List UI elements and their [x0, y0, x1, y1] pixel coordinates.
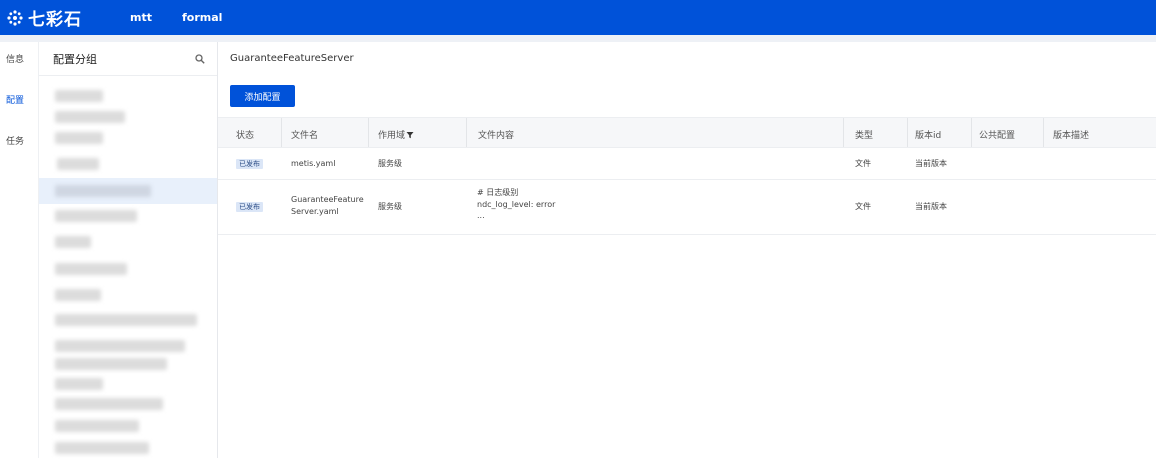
- main-content: GuaranteeFeatureServer 添加配置 状态 文件名 作用域 文…: [218, 42, 1156, 458]
- config-group-item[interactable]: [39, 204, 217, 230]
- config-group-item[interactable]: [39, 436, 217, 462]
- config-group-item[interactable]: [39, 308, 217, 334]
- content-cell-line3: ...: [477, 211, 485, 220]
- config-group-item[interactable]: [39, 230, 217, 256]
- status-badge: 已发布: [236, 202, 263, 212]
- status-badge: 已发布: [236, 159, 263, 169]
- table-header: 状态 文件名 作用域 文件内容 类型 版本id 公共配置 版本描述: [218, 117, 1156, 148]
- filter-icon[interactable]: [406, 131, 414, 139]
- left-nav-item-config[interactable]: 配置: [6, 93, 24, 106]
- filename-cell-line2: Server.yaml: [291, 207, 339, 216]
- type-cell: 文件: [855, 202, 871, 211]
- column-header-scope: 作用域: [368, 118, 414, 147]
- logo[interactable]: 七彩石: [6, 5, 82, 30]
- config-group-panel: 配置分组: [38, 42, 253, 458]
- filename-cell: metis.yaml: [291, 159, 336, 168]
- config-group-item[interactable]: [39, 257, 217, 283]
- column-header-content: 文件内容: [466, 118, 514, 147]
- scope-cell: 服务级: [378, 159, 402, 168]
- config-group-item-selected[interactable]: [39, 178, 217, 204]
- search-icon[interactable]: [195, 53, 205, 64]
- top-nav-item-mtt[interactable]: mtt: [130, 11, 152, 24]
- config-group-item[interactable]: [39, 152, 217, 178]
- scope-cell: 服务级: [378, 202, 402, 211]
- add-config-button[interactable]: 添加配置: [230, 85, 295, 107]
- type-cell: 文件: [855, 159, 871, 168]
- config-group-title: 配置分组: [53, 52, 97, 66]
- top-bar: 七彩石 mtt formal: [0, 0, 1156, 35]
- version-id-cell: 当前版本: [915, 159, 947, 168]
- column-header-status: 状态: [236, 131, 255, 141]
- column-header-public: 公共配置: [971, 118, 1015, 147]
- column-header-type: 类型: [843, 118, 873, 147]
- config-group-header: 配置分组: [39, 42, 217, 76]
- server-name-title: GuaranteeFeatureServer: [230, 53, 354, 64]
- config-group-item[interactable]: [39, 126, 217, 152]
- column-header-version-id: 版本id: [907, 118, 941, 147]
- header-divider: [0, 35, 1156, 42]
- left-nav: 信息 配置 任务: [0, 42, 38, 458]
- column-header-filename: 文件名: [281, 118, 318, 147]
- table-row[interactable]: 已发布 metis.yaml 服务级 文件 当前版本: [218, 148, 1156, 180]
- config-group-item[interactable]: [39, 283, 217, 309]
- version-id-cell: 当前版本: [915, 202, 947, 211]
- left-nav-item-info[interactable]: 信息: [6, 52, 24, 65]
- table-row[interactable]: 已发布 GuaranteeFeature Server.yaml 服务级 # 日…: [218, 180, 1156, 235]
- content-cell-line2: ndc_log_level: error: [477, 200, 556, 209]
- logo-icon: [7, 9, 23, 26]
- left-nav-item-task[interactable]: 任务: [6, 134, 24, 147]
- content-cell-line1: # 日志级别: [477, 188, 519, 197]
- top-nav: mtt formal: [130, 11, 252, 24]
- filename-cell-line1: GuaranteeFeature: [291, 195, 364, 204]
- top-nav-item-formal[interactable]: formal: [182, 11, 222, 24]
- logo-text: 七彩石: [28, 10, 82, 30]
- column-header-version-desc: 版本描述: [1043, 118, 1089, 147]
